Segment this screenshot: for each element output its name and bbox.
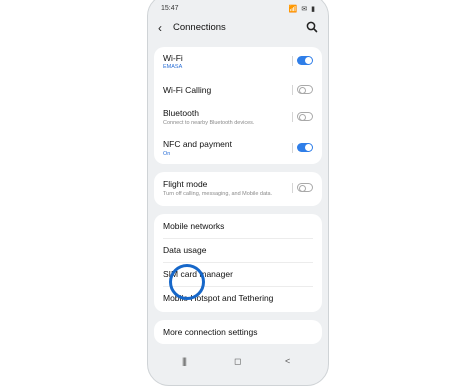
back-icon[interactable]: <	[285, 356, 290, 366]
wifi-calling-toggle[interactable]	[297, 85, 313, 94]
bluetooth-toggle[interactable]	[297, 112, 313, 121]
nfc-label: NFC and payment	[163, 139, 232, 149]
row-separator	[292, 56, 293, 66]
wifi-network-name: EMASA	[163, 64, 183, 70]
highlight-circle	[169, 264, 205, 300]
wifi-calling-row[interactable]: Wi-Fi Calling	[154, 76, 322, 103]
row-separator	[292, 143, 293, 153]
more-settings-card: More connection settings	[154, 320, 322, 344]
flight-mode-toggle[interactable]	[297, 183, 313, 192]
search-icon[interactable]	[305, 20, 319, 34]
navigation-bar: ||| ◻ <	[148, 356, 328, 370]
nfc-status: On	[163, 151, 171, 157]
nfc-toggle[interactable]	[297, 143, 313, 152]
wifi-toggle[interactable]	[297, 56, 313, 65]
row-separator	[292, 183, 293, 193]
flight-mode-card: Flight mode Turn off calling, messaging,…	[154, 172, 322, 206]
status-bar: 15:47 📶 ✉ ▮	[148, 5, 328, 17]
row-separator	[292, 85, 293, 95]
mobile-networks-label: Mobile networks	[163, 221, 225, 231]
bluetooth-label: Bluetooth	[163, 108, 199, 118]
back-arrow-icon[interactable]: ‹	[158, 21, 162, 35]
mobile-networks-row[interactable]: Mobile networks	[154, 214, 322, 238]
page-title: Connections	[173, 22, 226, 33]
more-connection-settings-label: More connection settings	[163, 327, 258, 337]
phone-frame: 15:47 📶 ✉ ▮ ‹ Connections Wi-Fi EMASA Wi…	[147, 0, 329, 386]
wifi-calling-label: Wi-Fi Calling	[163, 85, 212, 95]
flight-mode-description: Turn off calling, messaging, and Mobile …	[163, 191, 273, 197]
connections-card-main: Wi-Fi EMASA Wi-Fi Calling Bluetooth Conn…	[154, 47, 322, 164]
recents-icon[interactable]: |||	[182, 356, 187, 366]
status-icons: 📶 ✉ ▮	[288, 6, 316, 13]
flight-mode-row[interactable]: Flight mode Turn off calling, messaging,…	[154, 172, 322, 206]
row-separator	[292, 112, 293, 122]
flight-mode-label: Flight mode	[163, 179, 208, 189]
data-usage-row[interactable]: Data usage	[154, 238, 322, 262]
nfc-row[interactable]: NFC and payment On	[154, 133, 322, 164]
more-connection-settings-row[interactable]: More connection settings	[154, 320, 322, 344]
home-icon[interactable]: ◻	[234, 356, 241, 367]
wifi-label: Wi-Fi	[163, 53, 183, 63]
bluetooth-row[interactable]: Bluetooth Connect to nearby Bluetooth de…	[154, 103, 322, 133]
wifi-row[interactable]: Wi-Fi EMASA	[154, 47, 322, 76]
bluetooth-description: Connect to nearby Bluetooth devices.	[163, 120, 255, 126]
status-time: 15:47	[161, 5, 179, 12]
data-usage-label: Data usage	[163, 245, 207, 255]
app-header: ‹ Connections	[148, 19, 328, 39]
